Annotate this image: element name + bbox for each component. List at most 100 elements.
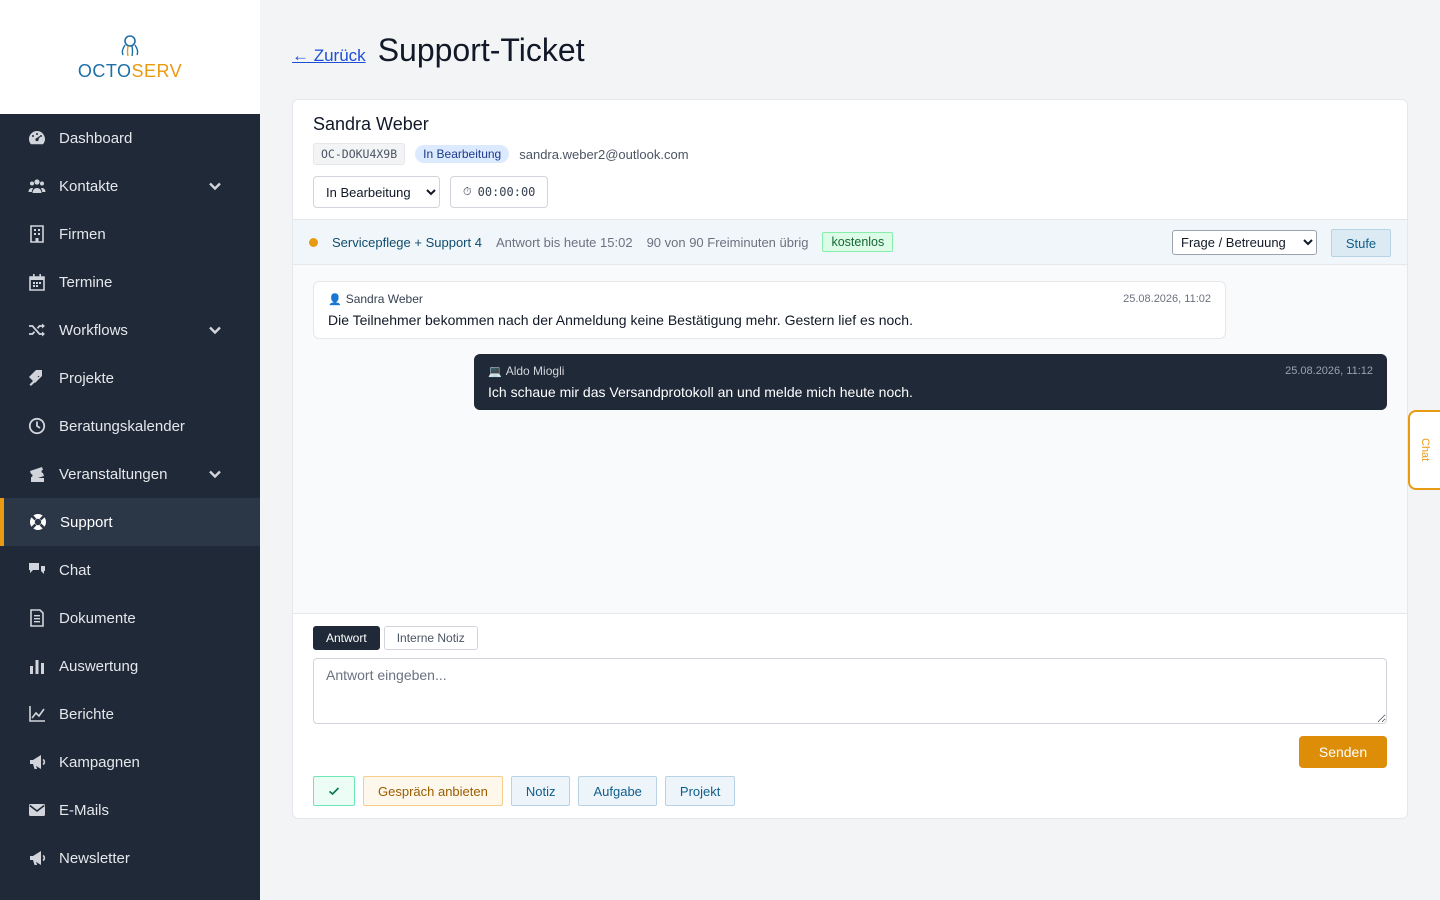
sidebar-item-label: Berichte <box>59 705 115 723</box>
megaphone-icon <box>28 753 46 771</box>
bar-chart-icon <box>28 657 46 675</box>
tab-reply[interactable]: Antwort <box>313 626 380 650</box>
sidebar-item-label: Veranstaltungen <box>59 465 168 483</box>
envelope-icon <box>28 801 46 819</box>
reply-area: Antwort Interne Notiz Senden Gespräch an… <box>293 614 1407 818</box>
free-badge: kostenlos <box>822 232 894 252</box>
response-due: Antwort bis heute 15:02 <box>495 234 633 250</box>
sidebar-item-chat[interactable]: Chat <box>0 546 260 594</box>
message-author: 👤 Sandra Weber <box>328 292 423 306</box>
chevron-down-icon[interactable] <box>208 179 222 193</box>
user-icon: 👤 <box>328 293 342 306</box>
send-button[interactable]: Senden <box>1299 736 1387 768</box>
project-button[interactable]: Projekt <box>664 776 736 806</box>
category-select[interactable]: Frage / Betreuung <box>1172 230 1317 255</box>
tags-icon <box>28 369 46 387</box>
sidebar-item-kampagnen[interactable]: Kampagnen <box>0 738 260 786</box>
ticket-controls: In Bearbeitung ⏱ 00:00:00 <box>313 176 1387 208</box>
sidebar-item-label: E-Mails <box>59 801 110 819</box>
calendar-icon <box>28 273 46 291</box>
sidebar-nav: Dashboard Kontakte Firmen Termine Workflows P… <box>0 114 260 882</box>
reply-input[interactable] <box>313 658 1387 724</box>
ticket-header: Sandra Weber OC-DOKU4X9B In Bearbeitung … <box>293 100 1407 219</box>
message-incoming: 👤 Sandra Weber 25.08.2026, 11:02 Die Tei… <box>313 281 1226 339</box>
action-row: Gespräch anbieten Notiz Aufgabe Projekt <box>313 776 736 806</box>
logo-text: OCTOSERV <box>77 60 183 81</box>
sidebar-item-label: Support <box>60 513 113 531</box>
sidebar-item-label: Dokumente <box>59 609 136 627</box>
message-outgoing: 💻 Aldo Miogli 25.08.2026, 11:12 Ich scha… <box>474 354 1387 410</box>
clock-icon <box>28 417 46 435</box>
sidebar-item-support[interactable]: Support <box>0 498 260 546</box>
contract-name[interactable]: Servicepflege + Support 4 <box>332 235 482 250</box>
chevron-down-icon[interactable] <box>208 323 222 337</box>
status-badge: In Bearbeitung <box>415 145 510 163</box>
customer-name: Sandra Weber <box>313 114 429 134</box>
sidebar-item-label: Firmen <box>59 225 106 243</box>
logo[interactable]: OCTOSERV <box>0 0 260 114</box>
octopus-logo-icon <box>121 34 139 56</box>
check-icon <box>328 787 340 796</box>
sidebar-item-dashboard[interactable]: Dashboard <box>0 114 260 162</box>
message-text: Die Teilnehmer bekommen nach der Anmeldu… <box>328 312 913 328</box>
message-thread: 👤 Sandra Weber 25.08.2026, 11:02 Die Tei… <box>293 265 1407 614</box>
message-author: 💻 Aldo Miogli <box>488 364 564 378</box>
dashboard-icon <box>28 129 46 147</box>
sidebar-item-termine[interactable]: Termine <box>0 258 260 306</box>
chat-side-tab-label: Chat <box>1419 438 1431 462</box>
sidebar-item-newsletter[interactable]: Newsletter <box>0 834 260 882</box>
note-button[interactable]: Notiz <box>510 776 571 806</box>
offer-call-button[interactable]: Gespräch anbieten <box>363 776 503 806</box>
page-title: Support-Ticket <box>377 32 585 68</box>
timer[interactable]: ⏱ 00:00:00 <box>450 176 549 208</box>
sidebar-item-label: Workflows <box>59 321 128 339</box>
status-dot-icon <box>309 237 318 247</box>
task-button[interactable]: Aufgabe <box>578 776 657 806</box>
sidebar-item-berichte[interactable]: Berichte <box>0 690 260 738</box>
comments-icon <box>28 561 46 579</box>
message-author-name: Aldo Miogli <box>505 364 565 378</box>
sidebar-item-veranstaltungen[interactable]: Veranstaltungen <box>0 450 260 498</box>
message-author-name: Sandra Weber <box>345 292 423 306</box>
sidebar-item-kontakte[interactable]: Kontakte <box>0 162 260 210</box>
sidebar-item-label: Auswertung <box>59 657 139 675</box>
building-icon <box>28 225 46 243</box>
shuffle-icon <box>28 321 46 339</box>
timer-value: 00:00:00 <box>477 185 536 199</box>
ticket-card: Sandra Weber OC-DOKU4X9B In Bearbeitung … <box>292 99 1408 819</box>
sidebar-item-label: Termine <box>59 273 113 291</box>
sidebar-item-beratungskalender[interactable]: Beratungskalender <box>0 402 260 450</box>
users-icon <box>28 177 46 195</box>
message-time: 25.08.2026, 11:02 <box>1123 293 1211 305</box>
sidebar-item-auswertung[interactable]: Auswertung <box>0 642 260 690</box>
sidebar-item-workflows[interactable]: Workflows <box>0 306 260 354</box>
sidebar-item-label: Beratungskalender <box>59 417 185 435</box>
message-time: 25.08.2026, 11:12 <box>1285 365 1373 377</box>
reply-tabs: Antwort Interne Notiz <box>313 626 1387 650</box>
message-text: Ich schaue mir das Versandprotokoll an u… <box>488 384 913 400</box>
stopwatch-icon: ⏱ <box>463 185 472 198</box>
sidebar-item-label: Newsletter <box>59 849 130 867</box>
level-button[interactable]: Stufe <box>1331 229 1391 257</box>
ticket-id: OC-DOKU4X9B <box>313 143 406 165</box>
sidebar: OCTOSERV Dashboard Kontakte Firmen Termine W… <box>0 0 260 900</box>
sidebar-item-label: Chat <box>59 561 91 579</box>
sidebar-item-e-mails[interactable]: E-Mails <box>0 786 260 834</box>
line-chart-icon <box>28 705 46 723</box>
sidebar-item-label: Dashboard <box>59 129 133 147</box>
status-select[interactable]: In Bearbeitung <box>313 176 440 208</box>
ticket-meta: OC-DOKU4X9B In Bearbeitung sandra.weber2… <box>313 143 1387 165</box>
sidebar-item-label: Kontakte <box>59 177 119 195</box>
chat-side-tab[interactable]: Chat <box>1408 410 1440 490</box>
lifebuoy-icon <box>29 513 47 531</box>
contract-bar: Servicepflege + Support 4 Antwort bis he… <box>293 219 1407 265</box>
sidebar-item-projekte[interactable]: Projekte <box>0 354 260 402</box>
sidebar-item-firmen[interactable]: Firmen <box>0 210 260 258</box>
sidebar-item-label: Projekte <box>59 369 115 387</box>
sidebar-item-dokumente[interactable]: Dokumente <box>0 594 260 642</box>
page-header: ← Zurück Support-Ticket <box>292 32 585 69</box>
tab-internal-note[interactable]: Interne Notiz <box>383 626 478 650</box>
chevron-down-icon[interactable] <box>208 467 222 481</box>
resolve-button[interactable] <box>313 776 355 806</box>
back-link[interactable]: ← Zurück <box>292 46 366 66</box>
